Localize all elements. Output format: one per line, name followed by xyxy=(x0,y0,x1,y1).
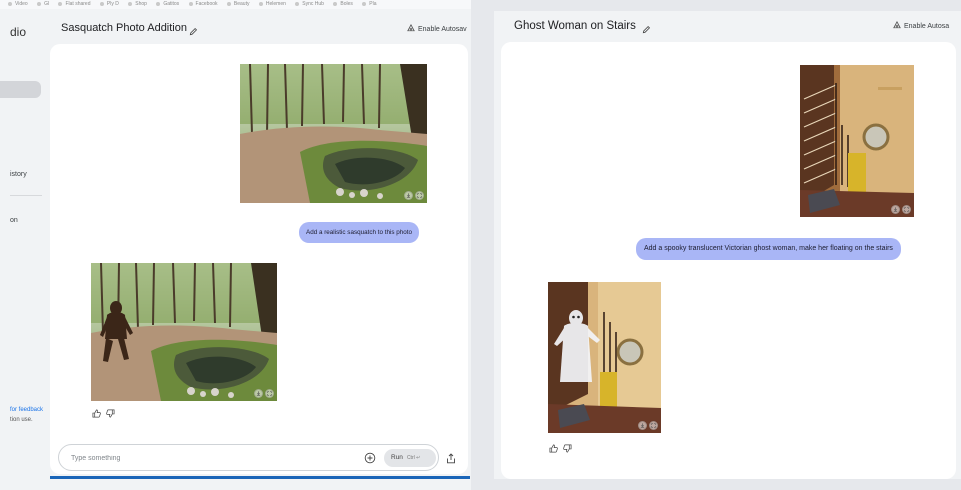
bookmark-item[interactable]: Pla xyxy=(362,0,376,9)
left-window: Video Gl Flat shared Ply D Shop Gatitos … xyxy=(0,0,471,490)
page-title[interactable]: Sasquatch Photo Addition xyxy=(61,22,187,34)
bookmarks-bar: Video Gl Flat shared Ply D Shop Gatitos … xyxy=(0,0,471,9)
expand-icon[interactable] xyxy=(415,191,424,200)
autosave-icon xyxy=(407,24,415,34)
download-icon[interactable] xyxy=(638,421,647,430)
feedback-link[interactable]: for feedback xyxy=(10,407,43,413)
bookmark-item[interactable]: Sync Hub xyxy=(295,0,324,9)
uploaded-photo[interactable] xyxy=(240,64,427,203)
download-icon[interactable] xyxy=(404,191,413,200)
prompt-input[interactable] xyxy=(71,452,341,464)
bookmark-item[interactable]: Gl xyxy=(37,0,49,9)
bookmark-item[interactable]: Helemen xyxy=(259,0,286,9)
autosave-label: Enable Autosav xyxy=(418,25,467,33)
bookmark-item[interactable]: Gatitos xyxy=(156,0,179,9)
bookmark-item[interactable]: Video xyxy=(8,0,28,9)
expand-icon[interactable] xyxy=(902,205,911,214)
autosave-toggle[interactable]: Enable Autosav xyxy=(407,24,467,34)
sidebar-divider xyxy=(10,195,42,196)
pencil-icon[interactable] xyxy=(642,21,651,39)
sidebar-item-history[interactable]: istory xyxy=(10,171,27,178)
terms-text: tion use. xyxy=(10,417,33,423)
bookmark-item[interactable]: Shop xyxy=(128,0,147,9)
run-label: Run xyxy=(391,454,403,461)
sidebar: dio istory on for feedback tion use. xyxy=(0,9,48,490)
user-message: Add a realistic sasquatch to this photo xyxy=(299,222,420,243)
expand-icon[interactable] xyxy=(649,421,658,430)
share-icon[interactable] xyxy=(446,451,456,469)
run-button[interactable]: Run Ctrl ↵ xyxy=(384,449,436,467)
generated-photo[interactable] xyxy=(91,263,277,401)
bookmark-item[interactable]: Facebook xyxy=(189,0,218,9)
bookmark-item[interactable]: Flat shared xyxy=(58,0,90,9)
user-message: Add a spooky translucent Victorian ghost… xyxy=(636,238,901,260)
thumbs-down-icon[interactable] xyxy=(106,405,115,423)
feedback-buttons xyxy=(92,405,115,423)
right-header: Ghost Woman on Stairs Enable Autosa xyxy=(494,11,961,43)
left-header: Sasquatch Photo Addition Enable Autosav xyxy=(48,9,471,49)
uploaded-photo[interactable] xyxy=(800,65,914,217)
prompt-composer: RunCtrl ↵ xyxy=(58,444,439,471)
generated-photo[interactable] xyxy=(548,282,661,433)
feedback-buttons xyxy=(549,440,572,458)
thumbs-up-icon[interactable] xyxy=(549,440,558,458)
progress-bar xyxy=(50,476,470,479)
app-title: dio xyxy=(10,25,27,39)
run-shortcut: Ctrl ↵ xyxy=(406,455,421,461)
sidebar-active-item[interactable] xyxy=(0,81,41,98)
sidebar-item-other[interactable]: on xyxy=(10,217,18,224)
bookmark-item[interactable]: Boles xyxy=(333,0,353,9)
page-title[interactable]: Ghost Woman on Stairs xyxy=(514,20,636,32)
add-circle-icon[interactable] xyxy=(364,451,376,469)
thumbs-down-icon[interactable] xyxy=(563,440,572,458)
autosave-label: Enable Autosa xyxy=(904,22,950,30)
download-icon[interactable] xyxy=(891,205,900,214)
pencil-icon[interactable] xyxy=(189,23,198,41)
chat-canvas: Add a spooky translucent Victorian ghost… xyxy=(501,42,956,479)
download-icon[interactable] xyxy=(254,389,263,398)
right-window: Ghost Woman on Stairs Enable Autosa Add … xyxy=(494,11,961,479)
expand-icon[interactable] xyxy=(265,389,274,398)
autosave-toggle[interactable]: Enable Autosa xyxy=(893,21,949,31)
chat-canvas: Add a realistic sasquatch to this photo xyxy=(50,44,468,474)
autosave-icon xyxy=(893,21,901,31)
thumbs-up-icon[interactable] xyxy=(92,405,101,423)
bookmark-item[interactable]: Beauty xyxy=(227,0,250,9)
bookmark-item[interactable]: Ply D xyxy=(100,0,119,9)
